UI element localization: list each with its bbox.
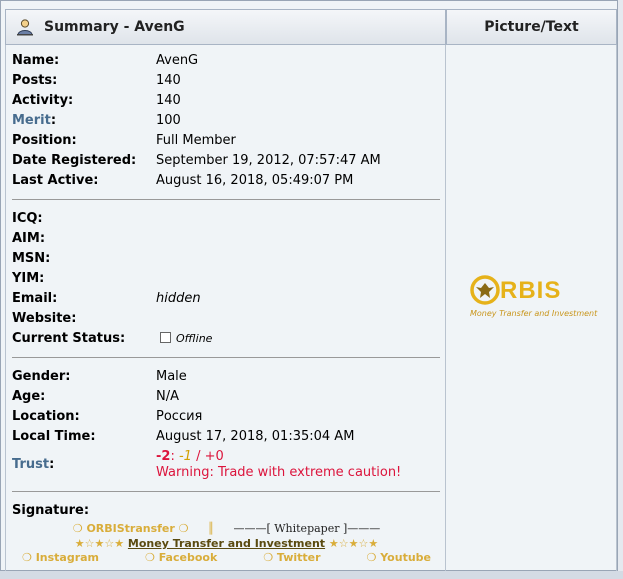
summary-body: Name: AvenG Posts: 140 Activity: 140 Mer… <box>5 45 446 572</box>
summary-header: Summary - AvenG <box>5 9 446 45</box>
logo-word: RBIS <box>500 277 562 304</box>
activity-value: 140 <box>156 93 181 108</box>
orbis-emblem-icon <box>470 275 500 305</box>
email-value: hidden <box>156 291 201 306</box>
profile-panel: Summary - AvenG Picture/Text Name: AvenG… <box>0 0 618 572</box>
user-icon <box>17 19 33 36</box>
stars-icon: ★☆★☆★ <box>74 537 128 550</box>
picture-text-header: Picture/Text <box>446 9 617 45</box>
name-value: AvenG <box>156 53 199 68</box>
signature-twitter-link[interactable]: Twitter <box>277 551 321 564</box>
registered-label: Date Registered: <box>12 153 137 168</box>
aim-label: AIM: <box>12 231 46 246</box>
email-label: Email: <box>12 291 58 306</box>
name-label: Name: <box>12 53 60 68</box>
picture-text-title: Picture/Text <box>484 19 579 35</box>
yim-label: YIM: <box>12 271 45 286</box>
age-value: N/A <box>156 389 179 404</box>
last-active-value: August 16, 2018, 05:49:07 PM <box>156 173 354 188</box>
website-label: Website: <box>12 311 77 326</box>
offline-icon <box>160 332 171 343</box>
location-value: Россия <box>156 409 203 424</box>
logo-subtitle: Money Transfer and Investment <box>470 309 598 318</box>
picture-text-body: RBIS Money Transfer and Investment <box>446 45 617 572</box>
summary-title: Summary - AvenG <box>44 19 185 35</box>
msn-label: MSN: <box>12 251 51 266</box>
signature-facebook-link[interactable]: Facebook <box>159 551 218 564</box>
signature-label: Signature: <box>12 503 90 518</box>
registered-value: September 19, 2012, 07:57:47 AM <box>156 153 381 168</box>
merit-link[interactable]: Merit <box>12 113 51 128</box>
trust-positive[interactable]: +0 <box>205 449 224 464</box>
gender-label: Gender: <box>12 369 71 384</box>
icq-label: ICQ: <box>12 211 43 226</box>
status-value: Offline <box>160 329 212 349</box>
local-time-label: Local Time: <box>12 429 96 444</box>
divider <box>12 491 440 492</box>
signature-brand-link[interactable]: ORBIStransfer <box>86 522 174 535</box>
location-label: Location: <box>12 409 80 424</box>
local-time-value: August 17, 2018, 01:35:04 AM <box>156 429 355 444</box>
signature-whitepaper-link[interactable]: ———[ Whitepaper ]——— <box>233 522 380 535</box>
age-label: Age: <box>12 389 46 404</box>
signature-line-3: ❍ Instagram ❍ Facebook ❍ Twitter ❍ Youtu… <box>21 551 431 564</box>
merit-value: 100 <box>156 113 181 128</box>
posts-value: 140 <box>156 73 181 88</box>
signature-money-link[interactable]: Money Transfer and Investment <box>128 537 325 550</box>
stars-icon: ★☆★☆★ <box>325 537 379 550</box>
position-label: Position: <box>12 133 77 148</box>
status-text: Offline <box>176 332 213 345</box>
last-active-label: Last Active: <box>12 173 99 188</box>
bottom-bar <box>0 571 623 579</box>
signature-instagram-link[interactable]: Instagram <box>36 551 99 564</box>
trust-negative[interactable]: -2 <box>156 449 170 464</box>
trust-mixed[interactable]: -1 <box>179 449 192 464</box>
activity-label: Activity: <box>12 93 74 108</box>
trust-link[interactable]: Trust <box>12 457 49 472</box>
orbis-logo: RBIS Money Transfer and Investment <box>470 275 598 325</box>
signature-line-2: ★☆★☆★ Money Transfer and Investment ★☆★☆… <box>6 537 447 550</box>
signature-line-1: ❍ ORBIStransfer ❍ ║ ———[ Whitepaper ]——— <box>72 522 381 535</box>
status-label: Current Status: <box>12 331 126 346</box>
trust-warning: Warning: Trade with extreme caution! <box>156 465 402 480</box>
gender-value: Male <box>156 369 187 384</box>
position-value: Full Member <box>156 133 236 148</box>
signature-youtube-link[interactable]: Youtube <box>380 551 431 564</box>
divider <box>12 199 440 200</box>
posts-label: Posts: <box>12 73 58 88</box>
divider <box>12 357 440 358</box>
